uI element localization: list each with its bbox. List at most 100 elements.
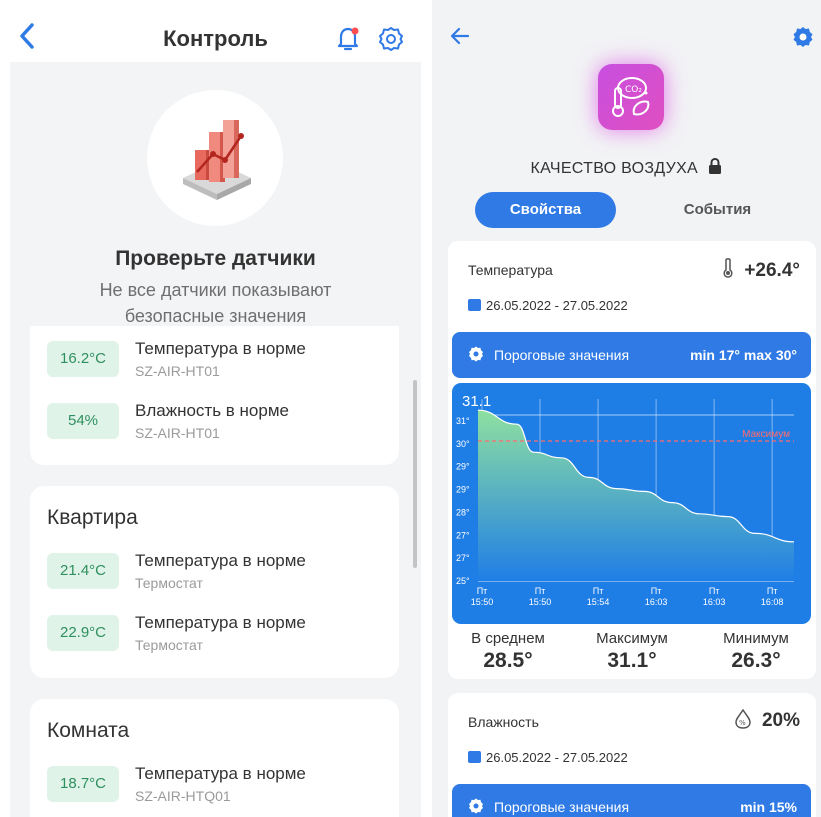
tab-events[interactable]: События: [647, 192, 788, 228]
sensor-id: SZ-AIR-HT01: [135, 425, 220, 441]
notifications-button[interactable]: [336, 26, 360, 57]
temperature-value: +26.4°: [744, 260, 800, 281]
stat-minimum: Минимум 26.3°: [700, 630, 812, 673]
date-range[interactable]: 26.05.2022 - 27.05.2022: [486, 298, 628, 313]
calendar-icon: [468, 751, 481, 763]
threshold-bar[interactable]: Пороговые значения min 15%: [452, 784, 811, 817]
gear-icon: [469, 346, 483, 362]
svg-text:%: %: [739, 719, 746, 727]
co2-icon: CO₂: [612, 77, 650, 117]
sensor-status: Температура в норме: [135, 764, 306, 783]
sensor-id: SZ-AIR-HT01: [135, 363, 220, 379]
x-tick-label: Пт: [535, 586, 546, 596]
stat-average: В среднем 28.5°: [452, 630, 564, 673]
stat-label: Максимум: [596, 630, 668, 647]
air-quality-icon: CO₂: [598, 64, 664, 130]
x-tick-label: 16:08: [761, 597, 784, 607]
room-title: Комната: [47, 719, 130, 742]
notice-line-2: безопасные значения: [124, 306, 307, 326]
stat-value: 28.5°: [483, 649, 533, 672]
room-card-apartment[interactable]: Квартира 21.4°C Температура в норме Терм…: [30, 486, 399, 678]
x-tick-label: Пт: [477, 586, 488, 596]
humidity-card: Влажность % 20% 26.05.2022 - 27.05.2022 …: [448, 693, 816, 817]
bell-icon: [337, 27, 359, 51]
sensor-id: Термостат: [135, 575, 203, 591]
svg-text:CO₂: CO₂: [625, 85, 642, 95]
sensor-id: Термостат: [135, 637, 203, 653]
temperature-label: Температура: [468, 262, 553, 278]
value-chip: 22.9°C: [47, 615, 119, 651]
notice-line-1: Не все датчики показывают: [99, 280, 332, 300]
y-tick-label: 29°: [456, 485, 470, 495]
y-tick-label: 25°: [456, 576, 470, 586]
stat-label: В среднем: [471, 630, 545, 647]
room-card-room[interactable]: Комната 18.7°C Температура в норме SZ-AI…: [30, 699, 399, 817]
threshold-label: Пороговые значения: [494, 799, 630, 815]
settings-button[interactable]: [378, 26, 404, 57]
device-title: КАЧЕСТВО ВОЗДУХА: [432, 157, 821, 178]
back-button[interactable]: [450, 26, 470, 51]
x-tick-label: Пт: [651, 586, 662, 596]
gear-icon: [379, 27, 403, 51]
scrollbar[interactable]: [413, 380, 417, 568]
threshold-values: min 17° max 30°: [690, 347, 797, 363]
notice-title: Проверьте датчики: [115, 247, 316, 270]
y-tick-label: 29°: [456, 462, 470, 472]
y-tick-label: 31°: [456, 416, 470, 426]
sensor-status: Влажность в норме: [135, 401, 289, 420]
temperature-chart: Максимум 31.1 25° 27° 27° 28° 29° 29° 30° 31° П…: [452, 383, 811, 624]
sensor-status: Температура в норме: [135, 613, 306, 632]
gear-icon: [793, 27, 813, 47]
temperature-reading: +26.4°: [722, 257, 800, 282]
threshold-bar[interactable]: Пороговые значения min 17° max 30°: [452, 332, 811, 378]
x-tick-label: Пт: [767, 586, 778, 596]
temperature-card: Температура +26.4° 26.05.2022 - 27.05.20…: [448, 241, 816, 679]
calendar-icon: [468, 299, 481, 311]
y-tick-label: 28°: [456, 507, 470, 517]
x-tick-label: 15:54: [587, 597, 610, 607]
bar-chart-icon: [183, 120, 251, 200]
x-tick-label: 16:03: [703, 597, 726, 607]
y-tick-label: 30°: [456, 439, 470, 449]
stat-value: 26.3°: [731, 649, 781, 672]
tab-events-label: События: [683, 201, 752, 218]
threshold-label: Пороговые значения: [494, 347, 630, 363]
x-tick-label: 15:50: [471, 597, 494, 607]
threshold-values: min 15%: [740, 799, 797, 815]
value-chip: 54%: [47, 403, 119, 439]
humidity-drop-icon: %: [734, 708, 751, 729]
sensor-status: Температура в норме: [135, 551, 306, 570]
humidity-label: Влажность: [468, 714, 539, 730]
humidity-value: 20%: [761, 710, 800, 731]
settings-button[interactable]: [792, 26, 814, 53]
sensors-illustration: [147, 90, 283, 226]
y-tick-label: 27°: [456, 553, 470, 563]
thermometer-icon: [723, 258, 733, 278]
sensor-id: SZ-AIR-HTQ01: [135, 788, 231, 804]
gear-icon: [469, 798, 483, 814]
stat-value: 31.1°: [607, 649, 657, 672]
max-threshold-label: Максимум: [742, 429, 790, 440]
sensor-status: Температура в норме: [135, 339, 306, 358]
x-tick-label: 15:50: [529, 597, 552, 607]
value-chip: 21.4°C: [47, 553, 119, 589]
lock-icon: [709, 157, 722, 174]
tab-properties[interactable]: Свойства: [475, 192, 616, 228]
device-title-text: КАЧЕСТВО ВОЗДУХА: [530, 160, 699, 177]
humidity-reading: % 20%: [734, 708, 800, 732]
sensor-card: 16.2°C Температура в норме SZ-AIR-HT01 5…: [30, 326, 399, 465]
x-tick-label: Пт: [709, 586, 720, 596]
stat-label: Минимум: [723, 630, 789, 647]
arrow-left-icon: [450, 27, 470, 45]
left-screen: Контроль Проверьте датчики Не все датчик…: [10, 0, 421, 817]
date-range[interactable]: 26.05.2022 - 27.05.2022: [486, 750, 628, 765]
value-chip: 16.2°C: [47, 341, 119, 377]
right-screen: CO₂ КАЧЕСТВО ВОЗДУХА Свойства События Те…: [432, 0, 821, 817]
y-tick-label: 27°: [456, 530, 470, 540]
value-chip: 18.7°C: [47, 766, 119, 802]
room-title: Квартира: [47, 506, 138, 529]
x-tick-label: 16:03: [645, 597, 668, 607]
x-tick-label: Пт: [593, 586, 604, 596]
top-bar: Контроль: [10, 0, 421, 62]
current-value-label: 31.1: [462, 393, 491, 410]
